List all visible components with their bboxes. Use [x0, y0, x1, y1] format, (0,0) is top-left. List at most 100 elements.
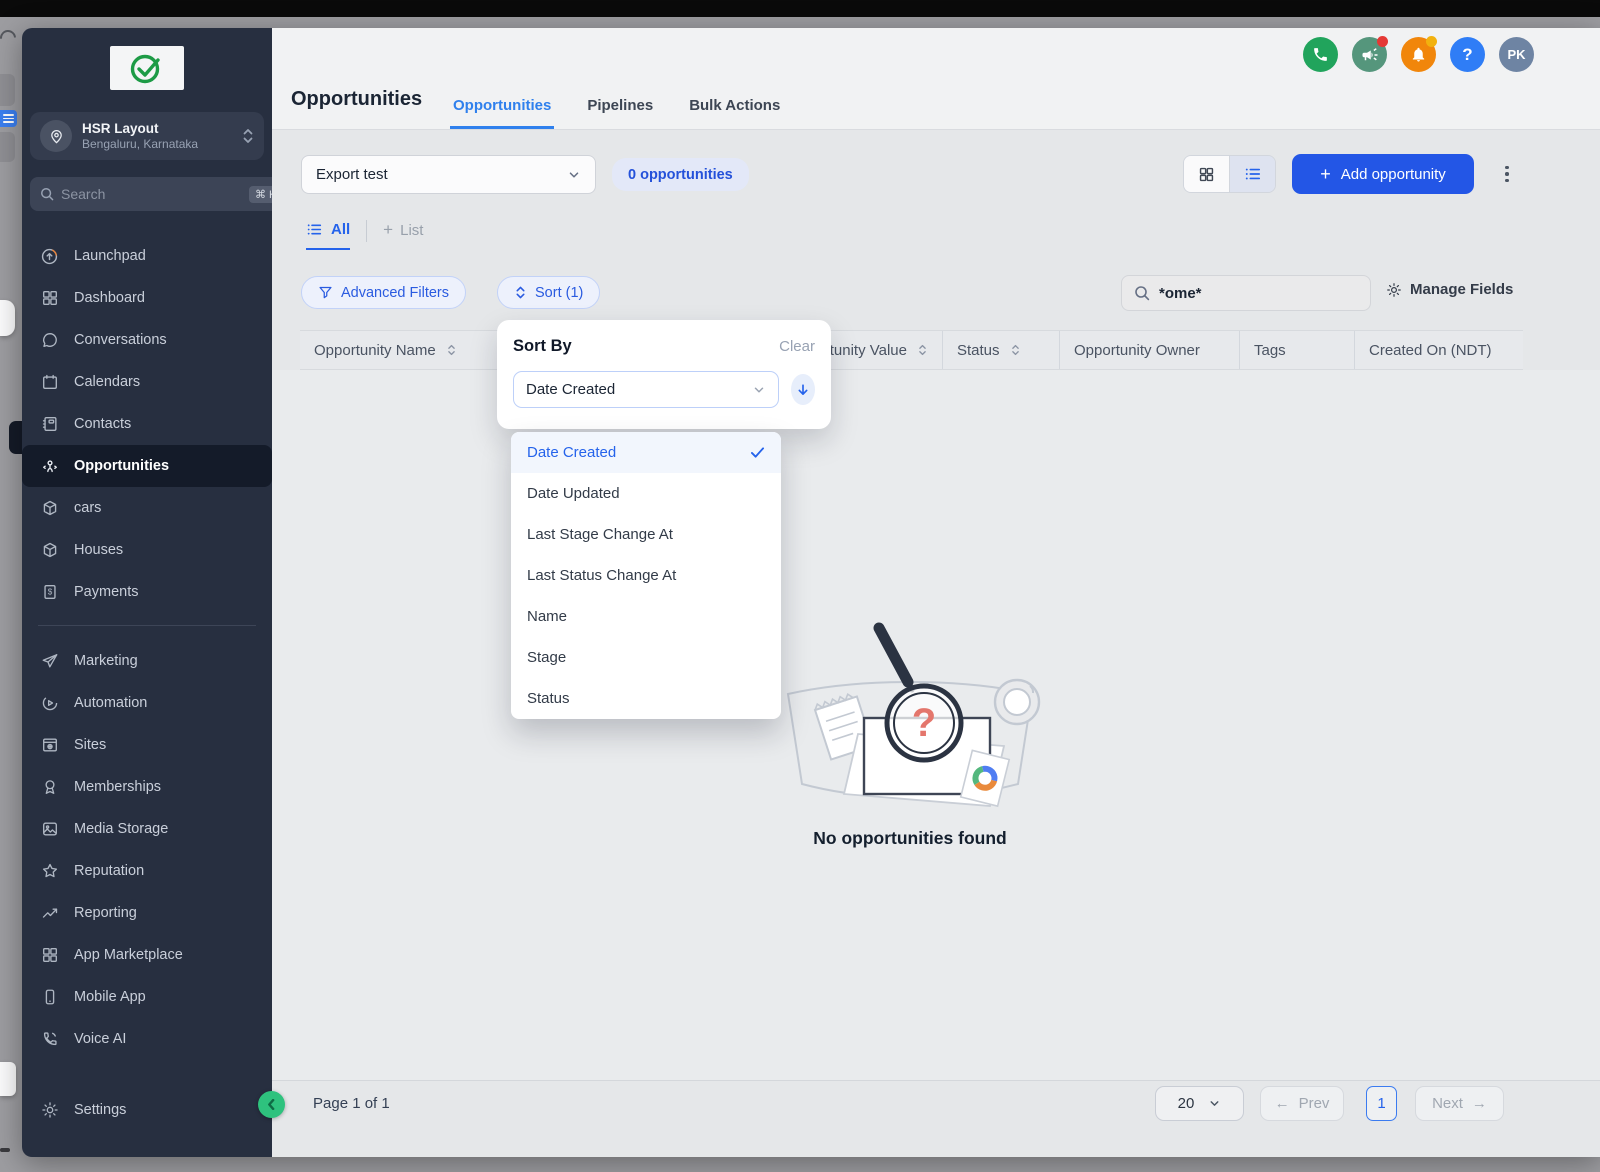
dropdown-option-stage[interactable]: Stage [511, 637, 781, 678]
location-switcher[interactable]: HSR Layout Bengaluru, Karnataka [30, 112, 264, 160]
sidebar-item-contacts[interactable]: Contacts [22, 403, 272, 445]
sidebar-item-sites[interactable]: Sites [22, 724, 272, 766]
bell-icon [1412, 47, 1425, 62]
check-circle-logo-icon [130, 54, 160, 84]
next-page-button[interactable]: Next → [1415, 1085, 1504, 1121]
sidebar-item-reputation[interactable]: Reputation [22, 850, 272, 892]
add-list-button[interactable]: + List [383, 220, 423, 250]
sidebar: HSR Layout Bengaluru, Karnataka ⌘ K [22, 28, 309, 1157]
page-header: Opportunities Opportunities Pipelines Bu… [272, 28, 1600, 130]
sidebar-item-launchpad[interactable]: Launchpad [22, 235, 272, 277]
page-title: Opportunities [291, 88, 423, 110]
sort-field-value: Date Created [526, 381, 616, 398]
sidebar-item-app-marketplace[interactable]: App Marketplace [22, 934, 272, 976]
tab-all-opportunities[interactable]: All [306, 221, 351, 250]
dropdown-option-date-updated[interactable]: Date Updated [511, 473, 781, 514]
page-size-select[interactable]: 20 [1155, 1085, 1244, 1121]
sort-column-icon[interactable] [446, 343, 457, 357]
cube-icon [40, 541, 59, 560]
pagination-footer: Page 1 of 1 20 ← Prev 1 Next → [272, 1080, 1600, 1157]
sort-by-popup: Sort By Clear Date Created [497, 320, 831, 429]
tab-bulk-actions[interactable]: Bulk Actions [686, 97, 783, 129]
ribbon-badge-icon [40, 778, 59, 797]
column-header-status: Status [943, 331, 1060, 369]
search-icon [40, 187, 54, 201]
grid-view-button[interactable] [1184, 156, 1230, 192]
sidebar-item-calendars[interactable]: Calendars [22, 361, 272, 403]
sidebar-item-automation[interactable]: Automation [22, 682, 272, 724]
sidebar-item-voice-ai[interactable]: Voice AI [22, 1018, 272, 1060]
arrow-down-icon [798, 383, 808, 395]
current-page-button[interactable]: 1 [1366, 1085, 1397, 1121]
background-window-fragment [0, 1148, 10, 1152]
more-options-button[interactable] [1500, 161, 1514, 187]
list-view-icon [1245, 168, 1260, 180]
sort-field-dropdown: Date Created Date Updated Last Stage Cha… [511, 432, 781, 719]
opportunities-count-badge[interactable]: 0 opportunities [612, 158, 749, 191]
sidebar-item-reporting[interactable]: Reporting [22, 892, 272, 934]
help-button[interactable]: ? [1450, 37, 1485, 72]
sort-arrows-icon [516, 286, 525, 299]
notifications-button[interactable] [1401, 36, 1437, 72]
sidebar-item-memberships[interactable]: Memberships [22, 766, 272, 808]
sort-column-icon[interactable] [917, 343, 928, 357]
check-icon [751, 447, 764, 458]
phone-button[interactable] [1303, 37, 1338, 72]
add-opportunity-button[interactable]: + Add opportunity [1292, 154, 1474, 194]
agency-logo [110, 46, 184, 90]
search-input[interactable] [61, 186, 242, 202]
prev-page-button[interactable]: ← Prev [1260, 1085, 1344, 1121]
sidebar-item-cars[interactable]: cars [22, 487, 272, 529]
clear-sort-button[interactable]: Clear [779, 338, 815, 355]
cube-icon [40, 499, 59, 518]
chevron-down-icon [1210, 1100, 1219, 1106]
question-mark-icon: ? [1462, 44, 1473, 64]
sidebar-item-dashboard[interactable]: Dashboard [22, 277, 272, 319]
view-toggle [1183, 155, 1276, 193]
tab-opportunities[interactable]: Opportunities [450, 97, 555, 129]
background-window-fragment [0, 132, 15, 162]
sort-button[interactable]: Sort (1) [497, 276, 601, 309]
sort-field-select[interactable]: Date Created [513, 371, 779, 408]
play-circle-icon [40, 694, 59, 713]
payments-icon: $ [40, 583, 59, 602]
background-window-fragment [0, 300, 15, 336]
sidebar-item-payments[interactable]: $ Payments [22, 571, 272, 613]
opportunities-search[interactable] [1121, 275, 1371, 311]
chat-bubble-icon [40, 331, 59, 350]
voice-call-icon [40, 1030, 59, 1049]
user-avatar[interactable]: PK [1499, 37, 1534, 72]
location-pin-icon [40, 120, 72, 152]
sidebar-nav-primary: Launchpad Dashboard Conversations Calend… [22, 235, 272, 613]
sort-column-icon[interactable] [1010, 343, 1021, 357]
chevron-left-icon [268, 1099, 275, 1110]
dropdown-option-name[interactable]: Name [511, 596, 781, 637]
sidebar-item-settings[interactable]: Settings [22, 1089, 272, 1131]
advanced-filters-button[interactable]: Advanced Filters [301, 276, 466, 309]
manage-fields-button[interactable]: Manage Fields [1386, 281, 1513, 298]
sidebar-item-houses[interactable]: Houses [22, 529, 272, 571]
dropdown-option-status[interactable]: Status [511, 678, 781, 719]
chevron-down-icon [754, 387, 764, 392]
opportunities-search-input[interactable] [1159, 284, 1358, 302]
saved-view-select[interactable]: Export test [301, 155, 596, 194]
mobile-phone-icon [40, 988, 59, 1007]
sidebar-search[interactable]: ⌘ K [30, 177, 291, 211]
sidebar-item-mobile-app[interactable]: Mobile App [22, 976, 272, 1018]
dropdown-option-date-created[interactable]: Date Created [511, 432, 781, 473]
sort-direction-button[interactable] [791, 374, 815, 405]
sidebar-item-media-storage[interactable]: Media Storage [22, 808, 272, 850]
dropdown-option-last-stage-change[interactable]: Last Stage Change At [511, 514, 781, 555]
sidebar-item-conversations[interactable]: Conversations [22, 319, 272, 361]
search-icon [1135, 286, 1150, 301]
chevron-down-icon [569, 171, 579, 178]
sidebar-collapse-button[interactable] [258, 1091, 285, 1118]
tab-pipelines[interactable]: Pipelines [584, 97, 656, 129]
announcements-button[interactable] [1352, 36, 1388, 72]
dashboard-icon [40, 289, 59, 308]
sidebar-item-opportunities[interactable]: Opportunities [22, 445, 272, 487]
sidebar-item-marketing[interactable]: Marketing [22, 640, 272, 682]
list-view-button[interactable] [1230, 156, 1275, 192]
dropdown-option-last-status-change[interactable]: Last Status Change At [511, 555, 781, 596]
tab-separator [366, 220, 368, 242]
